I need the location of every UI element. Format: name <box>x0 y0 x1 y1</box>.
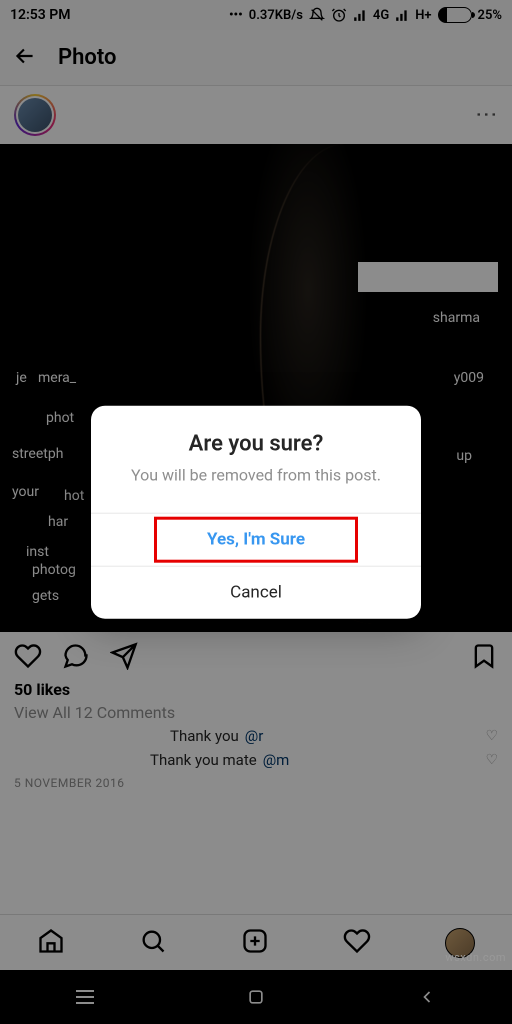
dialog-message: You will be removed from this post. <box>91 465 421 509</box>
cancel-button[interactable]: Cancel <box>91 565 421 618</box>
confirm-button[interactable]: Yes, I'm Sure <box>151 513 361 565</box>
confirm-dialog: Are you sure? You will be removed from t… <box>91 406 421 619</box>
dialog-title: Are you sure? <box>91 406 421 465</box>
watermark: wsxdn.com <box>445 951 506 964</box>
